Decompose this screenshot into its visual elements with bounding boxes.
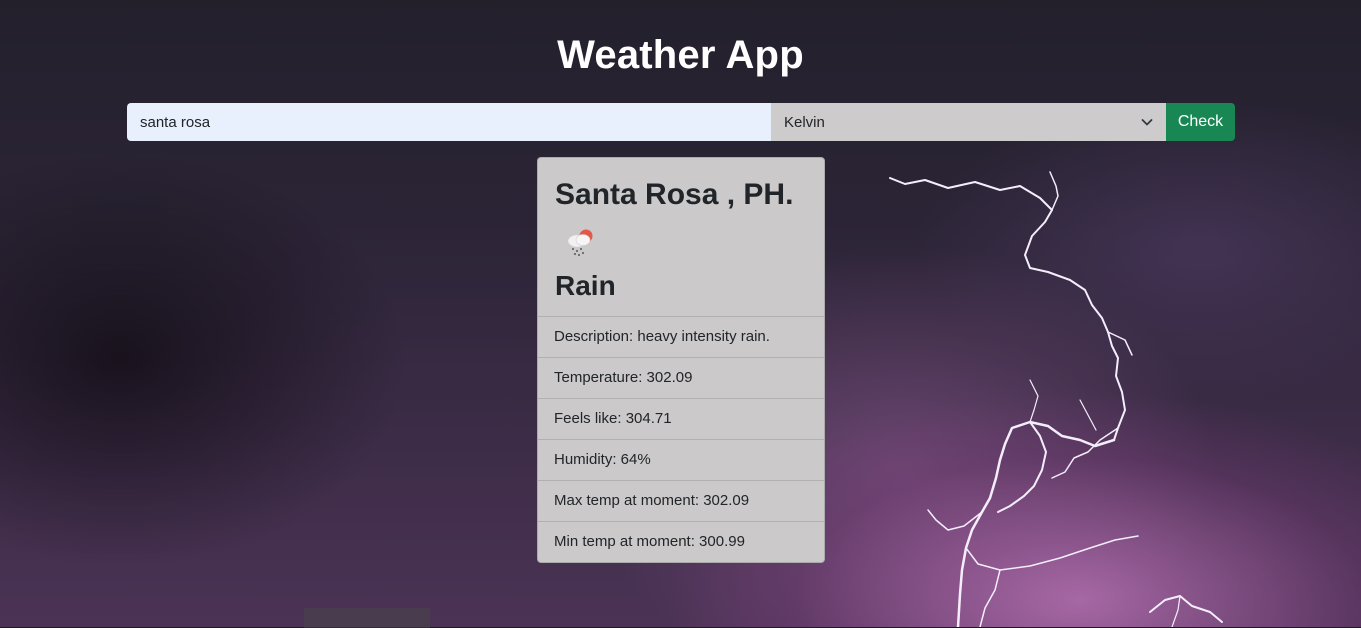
unit-select[interactable]: Kelvin: [771, 103, 1166, 141]
weather-condition: Rain: [555, 270, 616, 301]
faded-footer-tag: [304, 608, 430, 628]
check-button[interactable]: Check: [1166, 103, 1235, 141]
location-title: Santa Rosa , PH.: [555, 178, 794, 211]
detail-temperature: Temperature: 302.09: [538, 357, 824, 398]
chevron-down-icon: [1141, 119, 1153, 126]
detail-humidity: Humidity: 64%: [538, 439, 824, 480]
city-search-input[interactable]: [127, 103, 771, 141]
weather-summary: Santa Rosa , PH. Rain: [538, 158, 824, 316]
detail-max-temp: Max temp at moment: 302.09: [538, 480, 824, 521]
weather-details-list: Description: heavy intensity rain. Tempe…: [538, 316, 824, 562]
unit-select-value: Kelvin: [784, 113, 825, 131]
rain-cloud-icon: [567, 229, 593, 257]
app-title: Weather App: [557, 33, 804, 77]
detail-feels-like: Feels like: 304.71: [538, 398, 824, 439]
weather-result-card: Santa Rosa , PH. Rain Description: heavy…: [537, 157, 825, 563]
detail-description: Description: heavy intensity rain.: [538, 316, 824, 357]
search-bar: Kelvin Check: [127, 103, 1235, 141]
detail-min-temp: Min temp at moment: 300.99: [538, 521, 824, 562]
